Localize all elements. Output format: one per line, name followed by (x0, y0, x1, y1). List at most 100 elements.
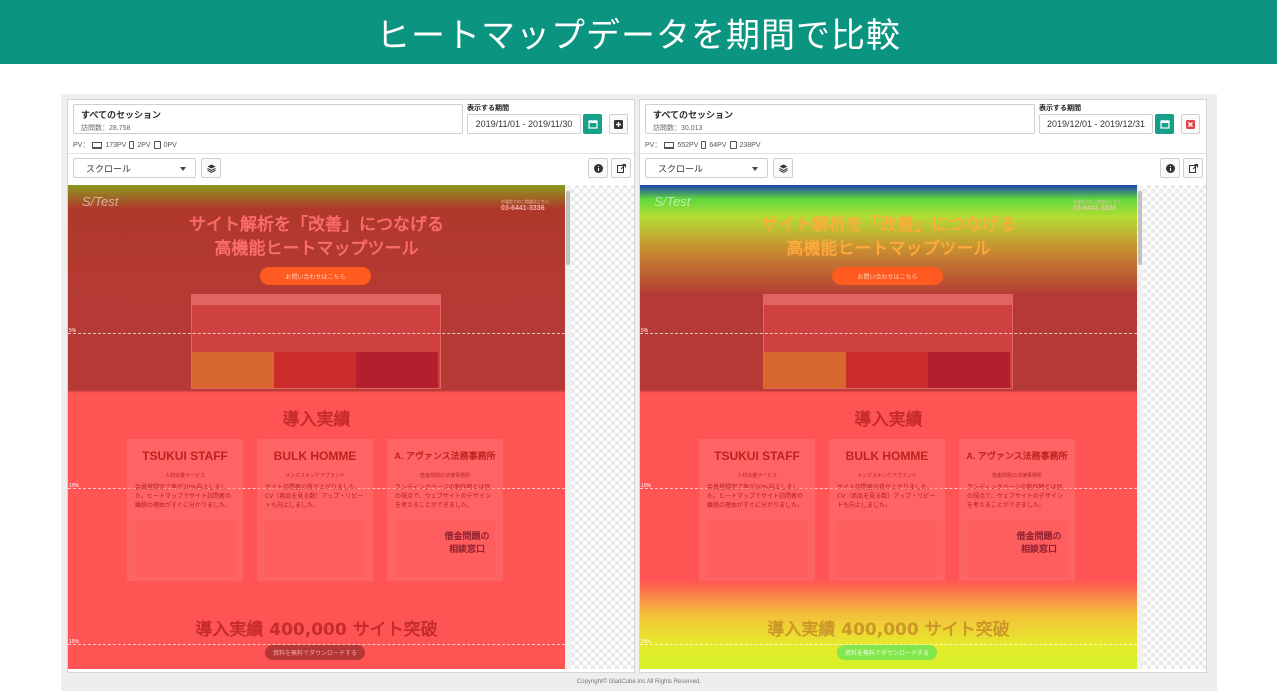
divider (640, 153, 1206, 154)
visit-count: 訪問数：30,013 (653, 125, 703, 132)
screenshot-heat-2 (273, 352, 356, 388)
hero-line-1: サイト解析を「改善」につなげる (189, 215, 444, 235)
section-title: 導入実績 (282, 410, 351, 430)
pv-summary: PV： 173PV 2PV 0PV (73, 140, 177, 150)
session-selector[interactable]: すべてのセッション 訪問数：30,013 (645, 104, 1035, 134)
pv-prefix: PV： (645, 142, 662, 149)
scrollbar-thumb[interactable] (1138, 191, 1142, 265)
hero-line-2: 高機能ヒートマップツール (786, 239, 991, 259)
period-label: 表示する期間 (1039, 104, 1081, 112)
card-image: 借金問題の相談窓口 (967, 521, 1067, 577)
card-text: サイト訪問者の質が上がりました。CV（商品を見る数）アップ・リピートも向上しまし… (837, 484, 936, 509)
smartphone-icon (701, 141, 707, 149)
calendar-button[interactable] (1155, 114, 1174, 134)
scroll-marker-10: 10% (641, 483, 652, 489)
card-sub: 借金問題の法律事務所 (419, 473, 470, 479)
mode-select[interactable]: スクロール (73, 158, 196, 178)
calendar-button[interactable] (583, 114, 602, 134)
card-logo: BULK HOMME (845, 449, 929, 463)
card-sub: 借金問題の法律事務所 (991, 473, 1042, 479)
card-image (265, 521, 365, 577)
session-title: すべてのセッション (81, 111, 162, 121)
card-image (707, 521, 807, 577)
screenshot-heat-1 (192, 352, 274, 388)
scroll-marker-line (68, 333, 565, 334)
case-card: TSUKUI STAFF 人材派遣サービス 会員登録完了率が20%向上しました。… (699, 439, 815, 581)
layers-button[interactable] (201, 158, 221, 178)
open-external-button[interactable] (1183, 158, 1203, 178)
transparent-area (571, 185, 634, 669)
scroll-marker-5: 5% (69, 328, 77, 334)
smartphone-icon (129, 141, 135, 149)
case-card: A. アヴァンス法務事務所 借金問題の法律事務所 ランディングページの制作時とは… (387, 439, 503, 581)
external-link-icon (1188, 163, 1198, 173)
case-card: BULK HOMME メンズスキンケアブランド サイト訪問者の質が上がりました。… (257, 439, 373, 581)
download-cta: 資料を無料でダウンロードする (837, 645, 937, 660)
chevron-down-icon (752, 167, 758, 171)
scroll-marker-15: 15% (69, 639, 80, 645)
bottom-title: 導入実績 400,000 サイト突破 (195, 620, 438, 640)
hero-title: サイト解析を「改善」につなげる 高機能ヒートマップツール (640, 213, 1137, 261)
tablet-icon (153, 141, 161, 149)
section-title: 導入実績 (854, 410, 923, 430)
card-sub: メンズスキンケアブランド (285, 473, 345, 479)
screenshot-header (764, 295, 1012, 305)
heatmap-panel-right: すべてのセッション 訪問数：30,013 表示する期間 2019/12/01 -… (639, 99, 1207, 673)
scroll-marker-15: 15% (641, 639, 652, 645)
scroll-marker-line (640, 333, 1137, 334)
pv-desktop: 173PV (105, 141, 127, 149)
session-selector[interactable]: すべてのセッション 訪問数：28,758 (73, 104, 463, 134)
hero-line-1: サイト解析を「改善」につなげる (761, 215, 1016, 235)
site-logo: S/Test (82, 194, 119, 209)
heatmap-viewport[interactable]: S/Test お電話でのご相談はこちら 03-6441-3336 サイト解析を「… (640, 185, 1137, 669)
mode-select-value: スクロール (658, 164, 704, 175)
card-sub: 人材派遣サービス (164, 473, 205, 479)
hero-line-2: 高機能ヒートマップツール (214, 239, 419, 259)
heatmap-panel-left: すべてのセッション 訪問数：28,758 表示する期間 2019/11/01 -… (67, 99, 635, 673)
card-logo: TSUKUI STAFF (142, 449, 228, 463)
product-screenshot (763, 294, 1013, 389)
screenshot-header (192, 295, 440, 305)
scroll-marker-10: 10% (69, 483, 80, 489)
desktop-icon (92, 141, 103, 149)
calendar-icon (587, 120, 598, 129)
mode-select[interactable]: スクロール (645, 158, 768, 178)
remove-period-button[interactable] (1181, 114, 1200, 134)
site-phone: お電話でのご相談はこちら 03-6441-3336 (501, 199, 549, 212)
desktop-icon (664, 141, 675, 149)
open-external-button[interactable] (611, 158, 631, 178)
pv-summary: PV： 552PV 64PV 238PV (645, 140, 761, 150)
period-input[interactable]: 2019/11/01 - 2019/11/30 (467, 114, 581, 134)
screenshot-heat-1 (764, 352, 846, 388)
visit-count: 訪問数：28,758 (81, 125, 131, 132)
add-period-button[interactable] (609, 114, 628, 134)
download-cta: 資料を無料でダウンロードする (265, 645, 365, 660)
info-icon (1165, 163, 1175, 173)
site-logo: S/Test (654, 194, 691, 209)
external-link-icon (616, 163, 626, 173)
product-screenshot (191, 294, 441, 389)
chevron-down-icon (180, 167, 186, 171)
heatmap-viewport[interactable]: S/Test お電話でのご相談はこちら 03-6441-3336 サイト解析を「… (68, 185, 565, 669)
period-label: 表示する期間 (467, 104, 509, 112)
tablet-icon (729, 141, 737, 149)
contact-cta: お問い合わせはこちら (832, 267, 943, 285)
mode-select-value: スクロール (86, 164, 132, 175)
plus-square-icon (614, 119, 623, 129)
card-logo: A. アヴァンス法務事務所 (394, 451, 496, 461)
card-logo: BULK HOMME (273, 449, 357, 463)
info-button[interactable] (588, 158, 608, 178)
scrollbar-thumb[interactable] (566, 191, 570, 265)
card-sub: メンズスキンケアブランド (857, 473, 917, 479)
divider (68, 153, 634, 154)
info-button[interactable] (1160, 158, 1180, 178)
layers-icon (206, 164, 216, 173)
card-logo: TSUKUI STAFF (714, 449, 800, 463)
card-text: 会員登録完了率が20%向上しました。ヒートマップでサイト訪問者の離脱の理由がすぐ… (707, 484, 804, 509)
period-input[interactable]: 2019/12/01 - 2019/12/31 (1039, 114, 1153, 134)
layers-button[interactable] (773, 158, 793, 178)
pv-tablet: 0PV (163, 141, 177, 149)
phone-number: 03-6441-3336 (1073, 205, 1117, 212)
pv-prefix: PV： (73, 142, 90, 149)
site-phone: お電話でのご相談はこちら 03-6441-3336 (1073, 199, 1121, 212)
